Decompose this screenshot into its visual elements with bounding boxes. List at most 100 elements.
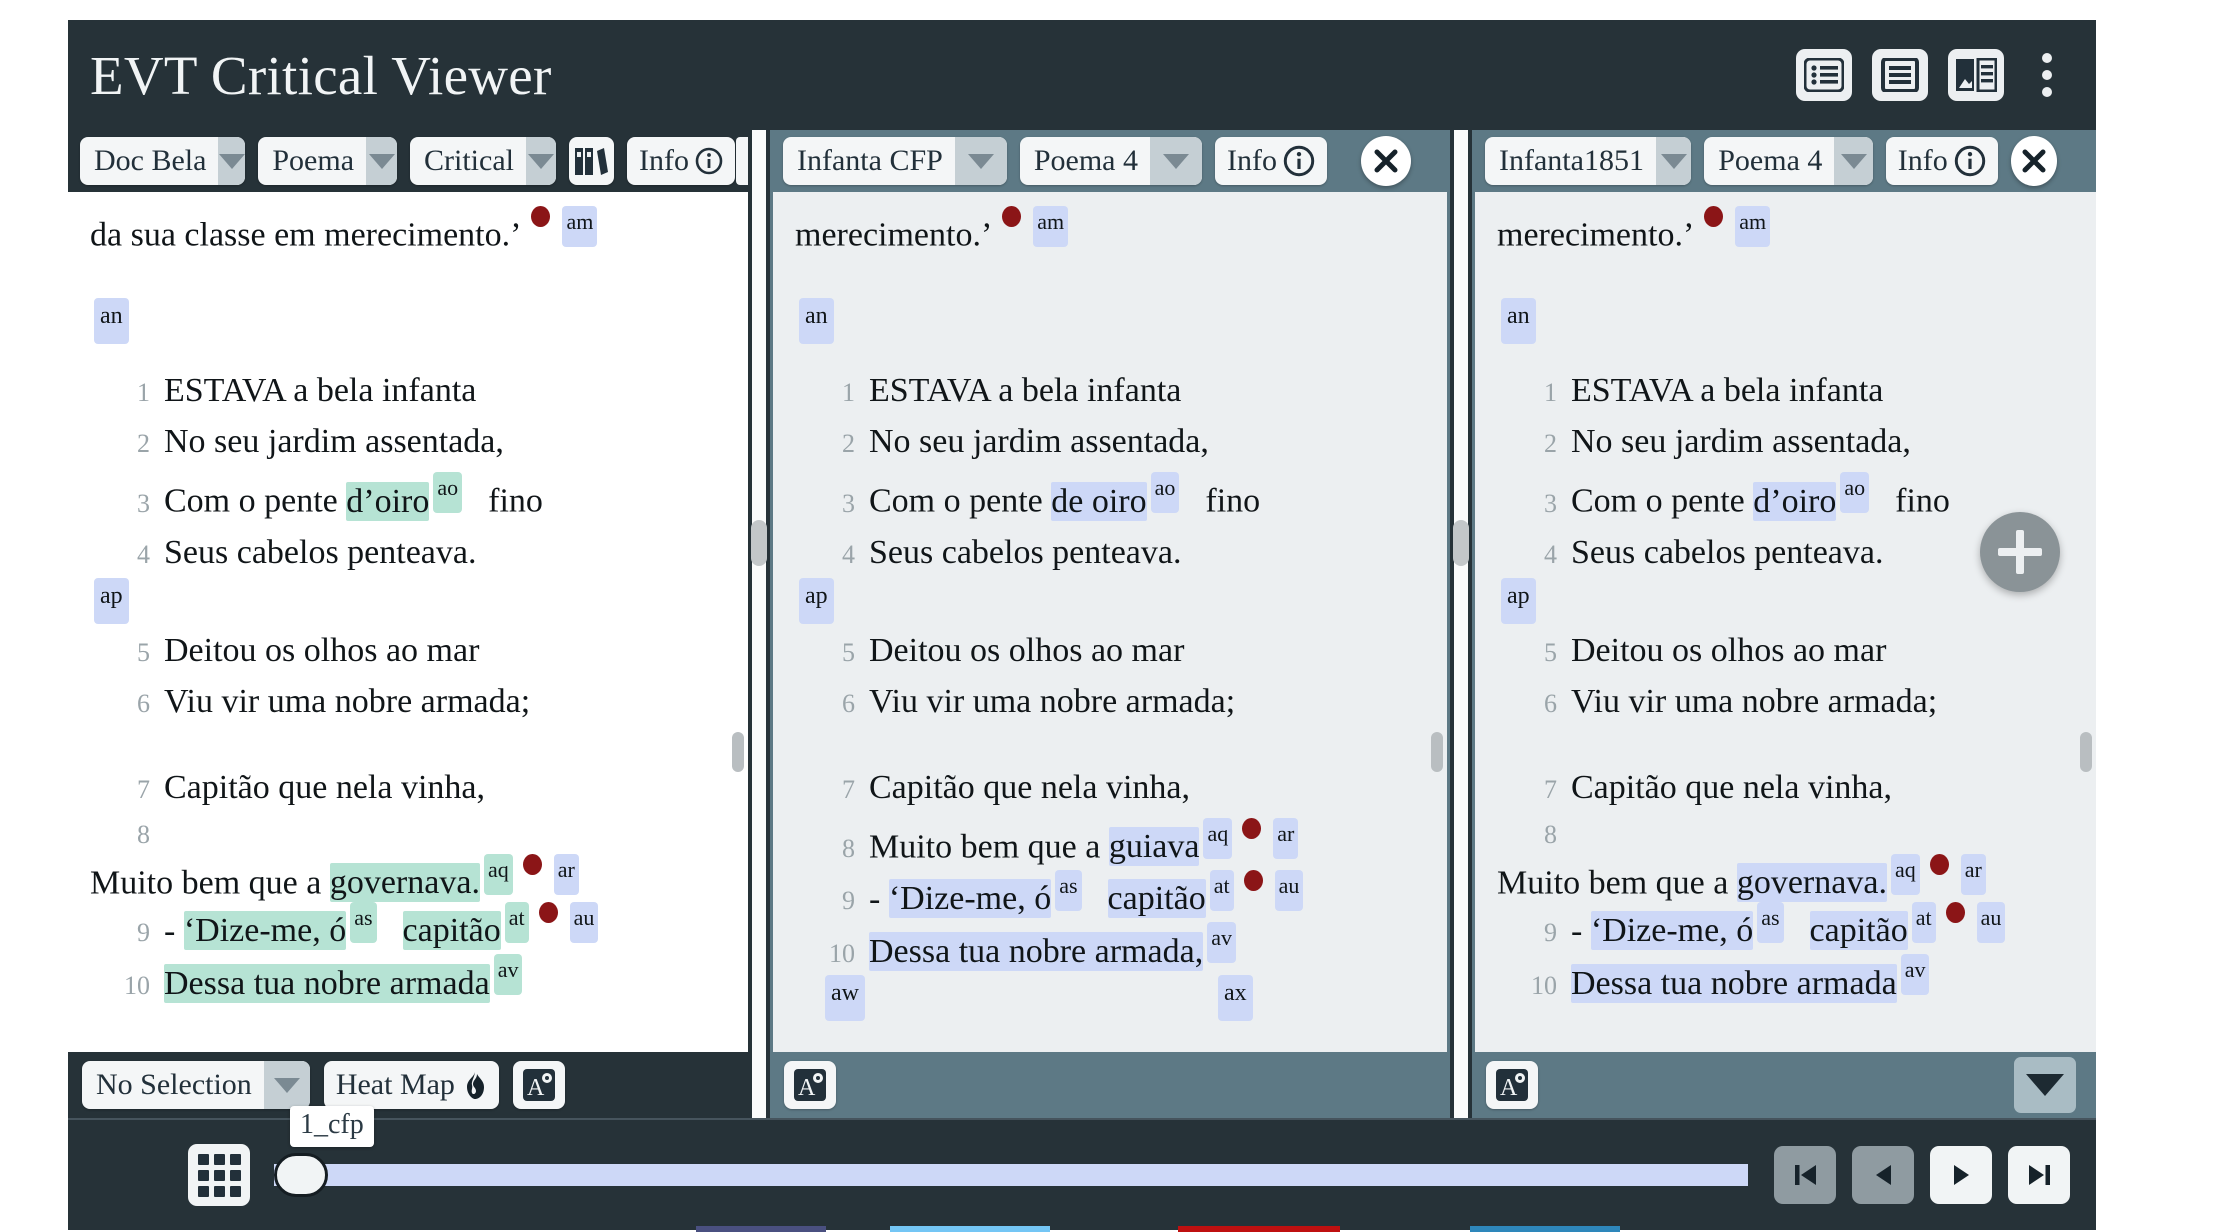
panel-divider-2[interactable] bbox=[1450, 130, 1472, 1118]
panel-3-close-button[interactable] bbox=[2010, 136, 2057, 186]
apparatus-dot[interactable] bbox=[1945, 901, 1965, 923]
variant-reading[interactable]: d’oiro bbox=[346, 481, 430, 521]
apparatus-marker-ao[interactable]: ao bbox=[1150, 472, 1180, 514]
variant-reading[interactable]: capitão bbox=[402, 911, 501, 951]
apparatus-dot[interactable] bbox=[531, 206, 551, 227]
apparatus-marker-at[interactable]: at bbox=[504, 901, 529, 943]
panel-1-edition-select[interactable]: Critical bbox=[410, 137, 556, 185]
apparatus-dot[interactable] bbox=[1243, 869, 1263, 891]
apparatus-marker-ar[interactable]: ar bbox=[1273, 817, 1299, 859]
apparatus-marker-ar[interactable]: ar bbox=[553, 853, 579, 895]
panel-3-scroll-down-button[interactable] bbox=[2014, 1057, 2076, 1113]
apparatus-marker-an[interactable]: an bbox=[799, 298, 834, 345]
panel-1-text-area[interactable]: da sua classe em merecimento.’ am an 1 ES… bbox=[68, 192, 748, 1052]
panel-2-poem-select[interactable]: Poema 4 bbox=[1019, 137, 1202, 185]
apparatus-dot[interactable] bbox=[1242, 817, 1262, 839]
apparatus-dot[interactable] bbox=[1704, 206, 1724, 227]
apparatus-marker-au[interactable]: au bbox=[1274, 869, 1304, 911]
apparatus-marker-ax[interactable]: ax bbox=[1217, 974, 1253, 1021]
apparatus-marker-av[interactable]: av bbox=[493, 954, 523, 996]
panel-1-scrollbar[interactable] bbox=[732, 192, 744, 1052]
divider-handle[interactable] bbox=[1453, 520, 1469, 566]
apparatus-marker-aw[interactable]: aw bbox=[825, 974, 865, 1021]
page-slider[interactable]: 1_cfp bbox=[274, 1106, 1748, 1197]
variant-reading[interactable]: governava. bbox=[329, 862, 480, 902]
panel-1-font-settings-button[interactable]: A bbox=[512, 1061, 565, 1109]
panel-1-heat-map-button[interactable]: Heat Map bbox=[323, 1061, 499, 1109]
panel-1-poem-select[interactable]: Poema bbox=[258, 137, 397, 185]
panel-1-books-button[interactable] bbox=[568, 137, 615, 185]
panel-1-selection-select[interactable]: No Selection bbox=[82, 1061, 310, 1109]
image-text-view-icon[interactable] bbox=[1948, 49, 2004, 101]
variant-reading[interactable]: ‘Dize-me, ó bbox=[888, 879, 1052, 919]
overflow-menu-icon[interactable] bbox=[2030, 47, 2064, 103]
panel-2-info-button[interactable]: Info bbox=[1214, 137, 1327, 185]
grid-view-button[interactable] bbox=[188, 1144, 250, 1206]
next-page-button[interactable] bbox=[1930, 1146, 1992, 1204]
apparatus-marker-ao[interactable]: ao bbox=[433, 472, 463, 514]
variant-reading[interactable]: governava. bbox=[1736, 862, 1887, 902]
apparatus-marker-ap[interactable]: ap bbox=[799, 577, 834, 624]
apparatus-dot[interactable] bbox=[538, 901, 558, 923]
variant-reading[interactable]: capitão bbox=[1107, 879, 1206, 919]
panel-divider-1[interactable] bbox=[748, 130, 770, 1118]
apparatus-dot[interactable] bbox=[522, 853, 542, 875]
apparatus-marker-at[interactable]: at bbox=[1209, 869, 1234, 911]
verse-text-suffix: fino bbox=[488, 482, 543, 520]
apparatus-marker-au[interactable]: au bbox=[569, 901, 599, 943]
panel-3-font-settings-button[interactable]: A bbox=[1486, 1061, 1538, 1109]
variant-reading[interactable]: d’oiro bbox=[1753, 481, 1837, 521]
panel-2-font-settings-button[interactable]: A bbox=[784, 1061, 836, 1109]
apparatus-marker-as[interactable]: as bbox=[1055, 869, 1082, 911]
apparatus-marker-ap[interactable]: ap bbox=[94, 577, 129, 624]
panel-2-close-button[interactable] bbox=[1361, 136, 1411, 186]
apparatus-marker-av[interactable]: av bbox=[1900, 954, 1930, 996]
apparatus-marker-am[interactable]: am bbox=[1735, 206, 1771, 247]
verse-line: 9 - ‘Dize-me, ó as capitão at au bbox=[90, 901, 708, 951]
apparatus-marker-au[interactable]: au bbox=[1976, 901, 2006, 943]
panel-3-poem-select[interactable]: Poema 4 bbox=[1704, 137, 1873, 185]
apparatus-marker-an[interactable]: an bbox=[1501, 298, 1536, 345]
page-slider-track[interactable] bbox=[274, 1164, 1748, 1186]
panel-2-doc-select[interactable]: Infanta CFP bbox=[783, 137, 1007, 185]
panel-1-info-button[interactable]: Info bbox=[627, 137, 735, 185]
apparatus-marker-as[interactable]: as bbox=[1757, 901, 1784, 943]
apparatus-marker-aq[interactable]: aq bbox=[483, 853, 513, 895]
apparatus-marker-am[interactable]: am bbox=[1033, 206, 1069, 247]
add-panel-button[interactable] bbox=[1980, 512, 2060, 592]
apparatus-marker-ao[interactable]: ao bbox=[1840, 472, 1870, 514]
variant-reading[interactable]: capitão bbox=[1809, 911, 1908, 951]
variant-reading[interactable]: ‘Dize-me, ó bbox=[1590, 911, 1754, 951]
variant-reading[interactable]: guiava bbox=[1108, 826, 1200, 866]
previous-page-button[interactable] bbox=[1852, 1146, 1914, 1204]
apparatus-marker-at[interactable]: at bbox=[1911, 901, 1936, 943]
variant-reading[interactable]: ‘Dize-me, ó bbox=[183, 911, 347, 951]
panel-3-info-button[interactable]: Info bbox=[1885, 137, 1998, 185]
divider-handle[interactable] bbox=[751, 520, 767, 566]
panel-2-text-area[interactable]: merecimento.’ am an 1 ESTAVA a bela infan… bbox=[770, 192, 1450, 1052]
text-view-icon[interactable] bbox=[1872, 49, 1928, 101]
apparatus-marker-aq[interactable]: aq bbox=[1890, 853, 1920, 895]
list-view-icon[interactable] bbox=[1796, 49, 1852, 101]
panel-3-text-area[interactable]: merecimento.’ am an 1 ESTAVA a bela infan… bbox=[1472, 192, 2096, 1052]
apparatus-dot[interactable] bbox=[1929, 853, 1949, 875]
apparatus-marker-as[interactable]: as bbox=[350, 901, 377, 943]
apparatus-marker-an[interactable]: an bbox=[94, 298, 129, 345]
apparatus-marker-av[interactable]: av bbox=[1207, 922, 1236, 964]
variant-reading[interactable]: Dessa tua nobre armada bbox=[164, 963, 490, 1003]
panel-1-doc-select[interactable]: Doc Bela bbox=[80, 137, 246, 185]
apparatus-dot[interactable] bbox=[1002, 206, 1022, 227]
panel-3-doc-select[interactable]: Infanta1851 bbox=[1485, 137, 1692, 185]
variant-reading[interactable]: Dessa tua nobre armada, bbox=[869, 931, 1204, 971]
panel-3-scrollbar[interactable] bbox=[2080, 192, 2092, 1052]
apparatus-marker-am[interactable]: am bbox=[562, 206, 598, 247]
last-page-button[interactable] bbox=[2008, 1146, 2070, 1204]
panel-2-scrollbar[interactable] bbox=[1431, 192, 1443, 1052]
variant-reading[interactable]: de oiro bbox=[1051, 481, 1147, 521]
apparatus-marker-aq[interactable]: aq bbox=[1203, 817, 1233, 859]
first-page-button[interactable] bbox=[1774, 1146, 1836, 1204]
variant-reading[interactable]: Dessa tua nobre armada bbox=[1571, 963, 1897, 1003]
apparatus-marker-ap[interactable]: ap bbox=[1501, 577, 1536, 624]
page-slider-thumb[interactable] bbox=[274, 1153, 328, 1197]
apparatus-marker-ar[interactable]: ar bbox=[1960, 853, 1986, 895]
